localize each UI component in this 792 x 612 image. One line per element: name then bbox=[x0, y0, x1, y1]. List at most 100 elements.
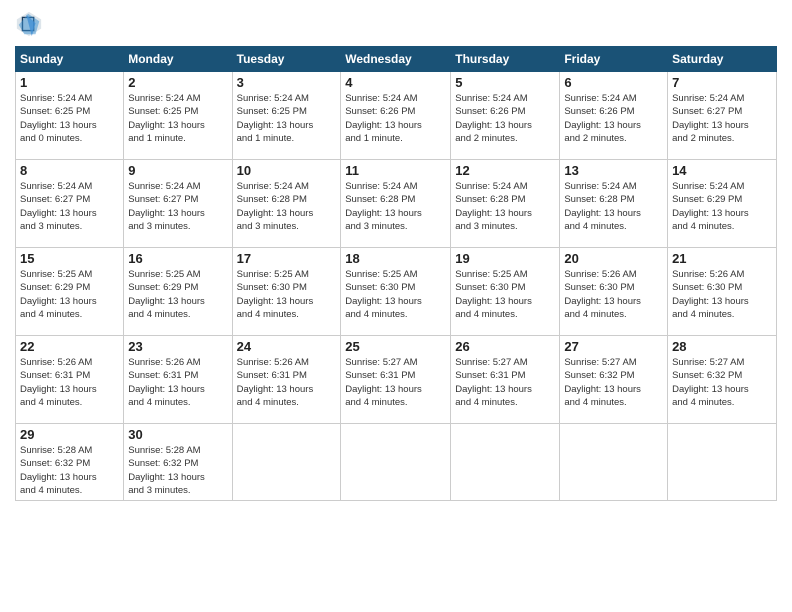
weekday-header: Sunday bbox=[16, 47, 124, 72]
day-info: Sunrise: 5:25 AMSunset: 6:30 PMDaylight:… bbox=[455, 268, 555, 321]
day-info: Sunrise: 5:24 AMSunset: 6:28 PMDaylight:… bbox=[237, 180, 337, 233]
day-info: Sunrise: 5:25 AMSunset: 6:29 PMDaylight:… bbox=[20, 268, 119, 321]
calendar-cell: 14 Sunrise: 5:24 AMSunset: 6:29 PMDaylig… bbox=[668, 160, 777, 248]
day-number: 20 bbox=[564, 251, 663, 266]
calendar-cell: 15 Sunrise: 5:25 AMSunset: 6:29 PMDaylig… bbox=[16, 248, 124, 336]
calendar-cell: 12 Sunrise: 5:24 AMSunset: 6:28 PMDaylig… bbox=[451, 160, 560, 248]
day-info: Sunrise: 5:26 AMSunset: 6:30 PMDaylight:… bbox=[672, 268, 772, 321]
calendar-cell: 24 Sunrise: 5:26 AMSunset: 6:31 PMDaylig… bbox=[232, 336, 341, 424]
calendar-cell: 16 Sunrise: 5:25 AMSunset: 6:29 PMDaylig… bbox=[124, 248, 232, 336]
calendar-cell: 28 Sunrise: 5:27 AMSunset: 6:32 PMDaylig… bbox=[668, 336, 777, 424]
calendar-week-row: 8 Sunrise: 5:24 AMSunset: 6:27 PMDayligh… bbox=[16, 160, 777, 248]
calendar-cell: 2 Sunrise: 5:24 AMSunset: 6:25 PMDayligh… bbox=[124, 72, 232, 160]
day-number: 3 bbox=[237, 75, 337, 90]
day-info: Sunrise: 5:24 AMSunset: 6:27 PMDaylight:… bbox=[672, 92, 772, 145]
day-number: 16 bbox=[128, 251, 227, 266]
day-info: Sunrise: 5:24 AMSunset: 6:28 PMDaylight:… bbox=[455, 180, 555, 233]
calendar-cell: 6 Sunrise: 5:24 AMSunset: 6:26 PMDayligh… bbox=[560, 72, 668, 160]
calendar-cell bbox=[560, 424, 668, 501]
weekday-header: Monday bbox=[124, 47, 232, 72]
calendar-cell: 8 Sunrise: 5:24 AMSunset: 6:27 PMDayligh… bbox=[16, 160, 124, 248]
calendar-week-row: 1 Sunrise: 5:24 AMSunset: 6:25 PMDayligh… bbox=[16, 72, 777, 160]
calendar-cell bbox=[668, 424, 777, 501]
day-info: Sunrise: 5:24 AMSunset: 6:27 PMDaylight:… bbox=[20, 180, 119, 233]
day-number: 11 bbox=[345, 163, 446, 178]
day-info: Sunrise: 5:27 AMSunset: 6:32 PMDaylight:… bbox=[672, 356, 772, 409]
day-info: Sunrise: 5:28 AMSunset: 6:32 PMDaylight:… bbox=[20, 444, 119, 497]
day-info: Sunrise: 5:24 AMSunset: 6:25 PMDaylight:… bbox=[237, 92, 337, 145]
calendar-cell bbox=[232, 424, 341, 501]
weekday-header: Friday bbox=[560, 47, 668, 72]
calendar-cell: 25 Sunrise: 5:27 AMSunset: 6:31 PMDaylig… bbox=[341, 336, 451, 424]
calendar-cell: 7 Sunrise: 5:24 AMSunset: 6:27 PMDayligh… bbox=[668, 72, 777, 160]
day-number: 26 bbox=[455, 339, 555, 354]
weekday-header: Thursday bbox=[451, 47, 560, 72]
day-info: Sunrise: 5:27 AMSunset: 6:32 PMDaylight:… bbox=[564, 356, 663, 409]
calendar-cell: 13 Sunrise: 5:24 AMSunset: 6:28 PMDaylig… bbox=[560, 160, 668, 248]
page: SundayMondayTuesdayWednesdayThursdayFrid… bbox=[0, 0, 792, 612]
day-info: Sunrise: 5:28 AMSunset: 6:32 PMDaylight:… bbox=[128, 444, 227, 497]
calendar-week-row: 22 Sunrise: 5:26 AMSunset: 6:31 PMDaylig… bbox=[16, 336, 777, 424]
day-info: Sunrise: 5:26 AMSunset: 6:31 PMDaylight:… bbox=[237, 356, 337, 409]
calendar-cell bbox=[341, 424, 451, 501]
day-number: 10 bbox=[237, 163, 337, 178]
day-number: 28 bbox=[672, 339, 772, 354]
day-number: 8 bbox=[20, 163, 119, 178]
calendar-cell: 5 Sunrise: 5:24 AMSunset: 6:26 PMDayligh… bbox=[451, 72, 560, 160]
calendar-week-row: 15 Sunrise: 5:25 AMSunset: 6:29 PMDaylig… bbox=[16, 248, 777, 336]
day-info: Sunrise: 5:24 AMSunset: 6:28 PMDaylight:… bbox=[345, 180, 446, 233]
day-info: Sunrise: 5:27 AMSunset: 6:31 PMDaylight:… bbox=[345, 356, 446, 409]
day-info: Sunrise: 5:24 AMSunset: 6:28 PMDaylight:… bbox=[564, 180, 663, 233]
day-number: 4 bbox=[345, 75, 446, 90]
day-number: 13 bbox=[564, 163, 663, 178]
day-number: 2 bbox=[128, 75, 227, 90]
day-number: 9 bbox=[128, 163, 227, 178]
calendar-cell: 26 Sunrise: 5:27 AMSunset: 6:31 PMDaylig… bbox=[451, 336, 560, 424]
day-number: 23 bbox=[128, 339, 227, 354]
day-info: Sunrise: 5:24 AMSunset: 6:26 PMDaylight:… bbox=[564, 92, 663, 145]
day-number: 19 bbox=[455, 251, 555, 266]
header bbox=[15, 10, 777, 38]
weekday-header: Saturday bbox=[668, 47, 777, 72]
day-info: Sunrise: 5:25 AMSunset: 6:29 PMDaylight:… bbox=[128, 268, 227, 321]
day-number: 14 bbox=[672, 163, 772, 178]
day-number: 17 bbox=[237, 251, 337, 266]
day-number: 30 bbox=[128, 427, 227, 442]
day-info: Sunrise: 5:26 AMSunset: 6:31 PMDaylight:… bbox=[128, 356, 227, 409]
calendar-cell bbox=[451, 424, 560, 501]
weekday-header-row: SundayMondayTuesdayWednesdayThursdayFrid… bbox=[16, 47, 777, 72]
day-info: Sunrise: 5:26 AMSunset: 6:30 PMDaylight:… bbox=[564, 268, 663, 321]
day-info: Sunrise: 5:24 AMSunset: 6:25 PMDaylight:… bbox=[20, 92, 119, 145]
day-number: 1 bbox=[20, 75, 119, 90]
day-info: Sunrise: 5:24 AMSunset: 6:26 PMDaylight:… bbox=[455, 92, 555, 145]
day-number: 22 bbox=[20, 339, 119, 354]
calendar-cell: 9 Sunrise: 5:24 AMSunset: 6:27 PMDayligh… bbox=[124, 160, 232, 248]
day-number: 7 bbox=[672, 75, 772, 90]
calendar-cell: 21 Sunrise: 5:26 AMSunset: 6:30 PMDaylig… bbox=[668, 248, 777, 336]
calendar-cell: 11 Sunrise: 5:24 AMSunset: 6:28 PMDaylig… bbox=[341, 160, 451, 248]
logo bbox=[15, 10, 47, 38]
day-number: 27 bbox=[564, 339, 663, 354]
day-number: 12 bbox=[455, 163, 555, 178]
calendar-cell: 17 Sunrise: 5:25 AMSunset: 6:30 PMDaylig… bbox=[232, 248, 341, 336]
day-info: Sunrise: 5:24 AMSunset: 6:26 PMDaylight:… bbox=[345, 92, 446, 145]
calendar-cell: 1 Sunrise: 5:24 AMSunset: 6:25 PMDayligh… bbox=[16, 72, 124, 160]
day-info: Sunrise: 5:27 AMSunset: 6:31 PMDaylight:… bbox=[455, 356, 555, 409]
day-number: 29 bbox=[20, 427, 119, 442]
calendar-cell: 18 Sunrise: 5:25 AMSunset: 6:30 PMDaylig… bbox=[341, 248, 451, 336]
calendar-cell: 3 Sunrise: 5:24 AMSunset: 6:25 PMDayligh… bbox=[232, 72, 341, 160]
day-number: 24 bbox=[237, 339, 337, 354]
weekday-header: Wednesday bbox=[341, 47, 451, 72]
logo-icon bbox=[15, 10, 43, 38]
calendar-cell: 20 Sunrise: 5:26 AMSunset: 6:30 PMDaylig… bbox=[560, 248, 668, 336]
calendar-cell: 29 Sunrise: 5:28 AMSunset: 6:32 PMDaylig… bbox=[16, 424, 124, 501]
day-info: Sunrise: 5:25 AMSunset: 6:30 PMDaylight:… bbox=[237, 268, 337, 321]
day-number: 15 bbox=[20, 251, 119, 266]
calendar-week-row: 29 Sunrise: 5:28 AMSunset: 6:32 PMDaylig… bbox=[16, 424, 777, 501]
calendar-cell: 4 Sunrise: 5:24 AMSunset: 6:26 PMDayligh… bbox=[341, 72, 451, 160]
day-info: Sunrise: 5:24 AMSunset: 6:25 PMDaylight:… bbox=[128, 92, 227, 145]
day-number: 21 bbox=[672, 251, 772, 266]
day-number: 5 bbox=[455, 75, 555, 90]
calendar-cell: 22 Sunrise: 5:26 AMSunset: 6:31 PMDaylig… bbox=[16, 336, 124, 424]
day-info: Sunrise: 5:24 AMSunset: 6:29 PMDaylight:… bbox=[672, 180, 772, 233]
